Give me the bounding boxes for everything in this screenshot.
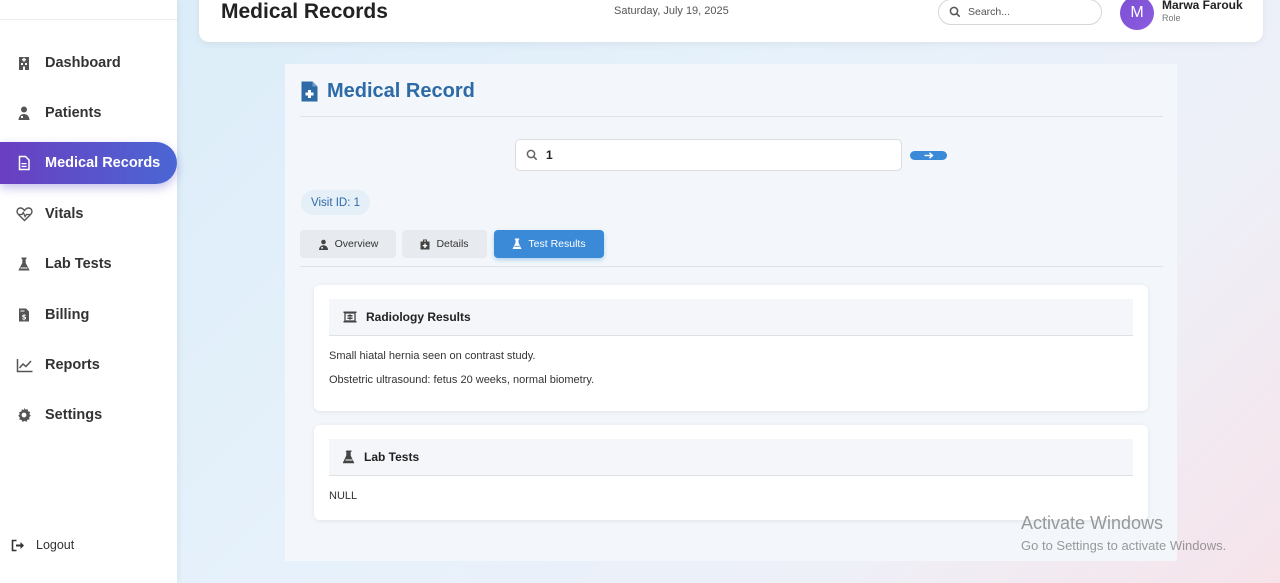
current-date: Saturday, July 19, 2025 [614,5,729,17]
sign-out-icon [11,539,27,552]
chart-line-icon [15,356,33,374]
sidebar-item-patients[interactable]: Patients [0,92,177,134]
logout-label: Logout [36,538,75,552]
sidebar-item-billing[interactable]: $ Billing [0,294,177,336]
x-ray-icon [343,311,357,323]
hospital-icon [15,54,33,72]
flask-icon [15,255,33,273]
search-submit-button[interactable] [910,151,947,160]
sidebar-item-label: Dashboard [45,55,121,71]
panel-divider [300,116,1163,117]
svg-text:$: $ [22,314,27,322]
user-doctor-icon [318,239,329,250]
search-placeholder: Search... [968,6,1011,18]
flask-icon [512,238,522,250]
user-role: Role [1162,13,1181,23]
lab-tests-card: Lab Tests NULL [314,425,1148,520]
windows-activation-subtitle: Go to Settings to activate Windows. [1021,538,1227,553]
sidebar: Dashboard Patients Medical Records Vital… [0,0,177,583]
invoice-icon: $ [15,306,33,324]
logout-button[interactable]: Logout [11,538,74,552]
tab-details[interactable]: Details [402,230,487,258]
card-title: Lab Tests [364,450,420,464]
lab-tests-value: NULL [329,490,358,502]
windows-activation-title: Activate Windows [1021,513,1164,533]
header-search-input[interactable]: Search... [938,0,1102,25]
sidebar-item-label: Patients [45,105,102,121]
card-header: Radiology Results [329,299,1133,336]
sidebar-item-reports[interactable]: Reports [0,344,177,386]
file-medical-icon [15,154,33,172]
file-medical-icon [301,81,318,102]
sidebar-item-label: Settings [45,407,103,423]
card-header: Lab Tests [329,439,1133,476]
panel-title-text: Medical Record [327,80,475,102]
page-title: Medical Records [221,0,388,23]
tab-label: Details [436,238,469,250]
record-search-value: 1 [546,148,553,162]
sidebar-divider [0,19,177,20]
tabs-divider [300,266,1163,267]
avatar[interactable]: M [1120,0,1154,30]
arrow-right-icon [924,152,934,159]
sidebar-item-medical-records[interactable]: Medical Records [0,142,177,184]
search-icon [949,6,961,18]
search-icon [526,149,538,161]
sidebar-item-label: Reports [45,357,100,373]
patients-icon [15,104,33,122]
sidebar-item-label: Vitals [45,206,84,222]
radiology-result-line: Small hiatal hernia seen on contrast stu… [329,350,536,362]
record-search-input[interactable]: 1 [515,139,902,171]
top-header: Medical Records Saturday, July 19, 2025 … [199,0,1263,42]
sidebar-item-settings[interactable]: Settings [0,394,177,436]
sidebar-item-lab-tests[interactable]: Lab Tests [0,243,177,285]
tab-label: Test Results [528,238,586,250]
gear-icon [15,406,33,424]
sidebar-item-vitals[interactable]: Vitals [0,193,177,235]
user-name: Marwa Farouk [1162,0,1243,12]
sidebar-item-dashboard[interactable]: Dashboard [0,42,177,84]
tab-test-results[interactable]: Test Results [494,230,604,258]
sidebar-item-label: Lab Tests [45,256,112,272]
sidebar-item-label: Billing [45,307,90,323]
tab-overview[interactable]: Overview [300,230,396,258]
sidebar-item-label: Medical Records [45,155,161,171]
radiology-results-card: Radiology Results Small hiatal hernia se… [314,285,1148,411]
tab-label: Overview [334,238,379,250]
card-title: Radiology Results [366,310,471,324]
visit-id-badge: Visit ID: 1 [301,190,370,215]
flask-icon [343,450,355,464]
medical-record-panel: Medical Record 1 Visit ID: 1 Overview De… [285,64,1177,561]
radiology-result-line: Obstetric ultrasound: fetus 20 weeks, no… [329,374,595,386]
heartbeat-icon [15,205,33,223]
briefcase-medical-icon [420,239,430,250]
panel-title: Medical Record [301,80,475,103]
